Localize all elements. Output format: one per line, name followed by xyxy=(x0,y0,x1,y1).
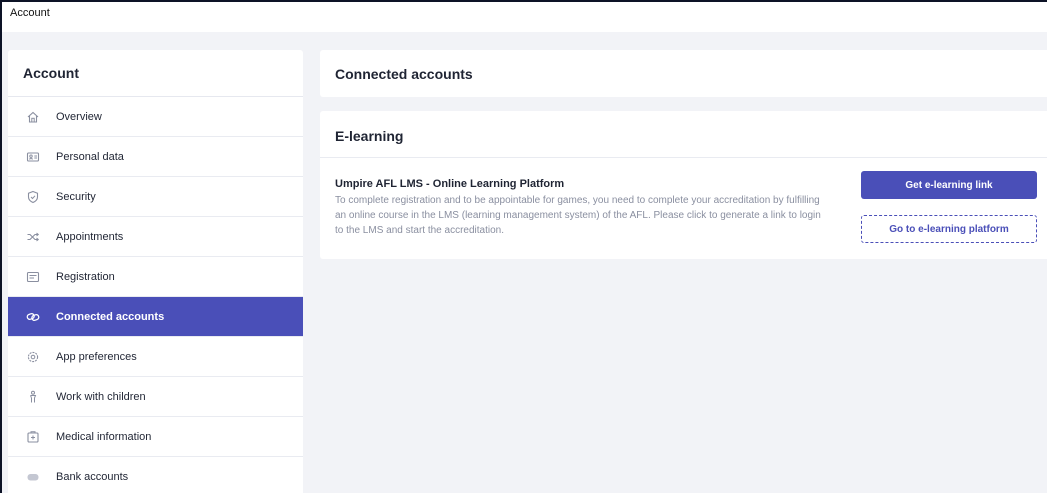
sidebar-item-registration[interactable]: Registration xyxy=(8,257,303,297)
sidebar-item-bank-accounts[interactable]: Bank accounts xyxy=(8,457,303,493)
go-to-elearning-platform-button[interactable]: Go to e-learning platform xyxy=(861,215,1037,243)
sidebar-item-connected-accounts[interactable]: Connected accounts xyxy=(8,297,303,337)
app-window: Account Account Overview Personal data S… xyxy=(0,0,1047,493)
sidebar-item-label: Work with children xyxy=(56,390,146,403)
connected-accounts-panel: Connected accounts xyxy=(320,50,1047,97)
settings-icon xyxy=(26,350,40,364)
sidebar-item-label: Connected accounts xyxy=(56,310,165,323)
card-divider xyxy=(320,157,1047,158)
sidebar-title: Account xyxy=(8,50,303,97)
shield-icon xyxy=(26,190,40,204)
page-title: Connected accounts xyxy=(335,66,473,82)
form-icon xyxy=(26,270,40,284)
lms-description: To complete registration and to be appoi… xyxy=(335,195,821,236)
sidebar-item-app-preferences[interactable]: App preferences xyxy=(8,337,303,377)
sidebar-item-overview[interactable]: Overview xyxy=(8,97,303,137)
sidebar-item-label: Personal data xyxy=(56,150,124,163)
sidebar-item-work-with-children[interactable]: Work with children xyxy=(8,377,303,417)
sidebar-item-label: Medical information xyxy=(56,430,152,443)
sidebar-item-label: Bank accounts xyxy=(56,470,129,483)
sidebar-nav: Overview Personal data Security Appointm… xyxy=(8,97,303,493)
sidebar-item-label: Overview xyxy=(56,110,102,123)
sidebar-item-medical-information[interactable]: Medical information xyxy=(8,417,303,457)
id-card-icon xyxy=(26,150,40,164)
home-icon xyxy=(26,110,40,124)
bank-icon xyxy=(26,470,40,484)
lms-title: Umpire AFL LMS - Online Learning Platfor… xyxy=(335,178,565,190)
title-bar: Account xyxy=(2,2,1047,32)
medical-icon xyxy=(26,430,40,444)
link-icon xyxy=(26,310,40,324)
account-sidebar: Account Overview Personal data Security xyxy=(8,50,303,493)
window-title: Account xyxy=(10,7,50,19)
sidebar-item-appointments[interactable]: Appointments xyxy=(8,217,303,257)
child-icon xyxy=(26,390,40,404)
sidebar-item-label: Registration xyxy=(56,270,115,283)
sidebar-item-security[interactable]: Security xyxy=(8,177,303,217)
sidebar-item-label: Security xyxy=(56,190,96,203)
elearning-card: E-learning Umpire AFL LMS - Online Learn… xyxy=(320,111,1047,259)
sidebar-item-label: App preferences xyxy=(56,350,137,363)
sidebar-item-label: Appointments xyxy=(56,230,124,243)
elearning-heading: E-learning xyxy=(335,128,404,144)
shuffle-icon xyxy=(26,230,40,244)
sidebar-item-personal-data[interactable]: Personal data xyxy=(8,137,303,177)
get-elearning-link-button[interactable]: Get e-learning link xyxy=(861,171,1037,199)
